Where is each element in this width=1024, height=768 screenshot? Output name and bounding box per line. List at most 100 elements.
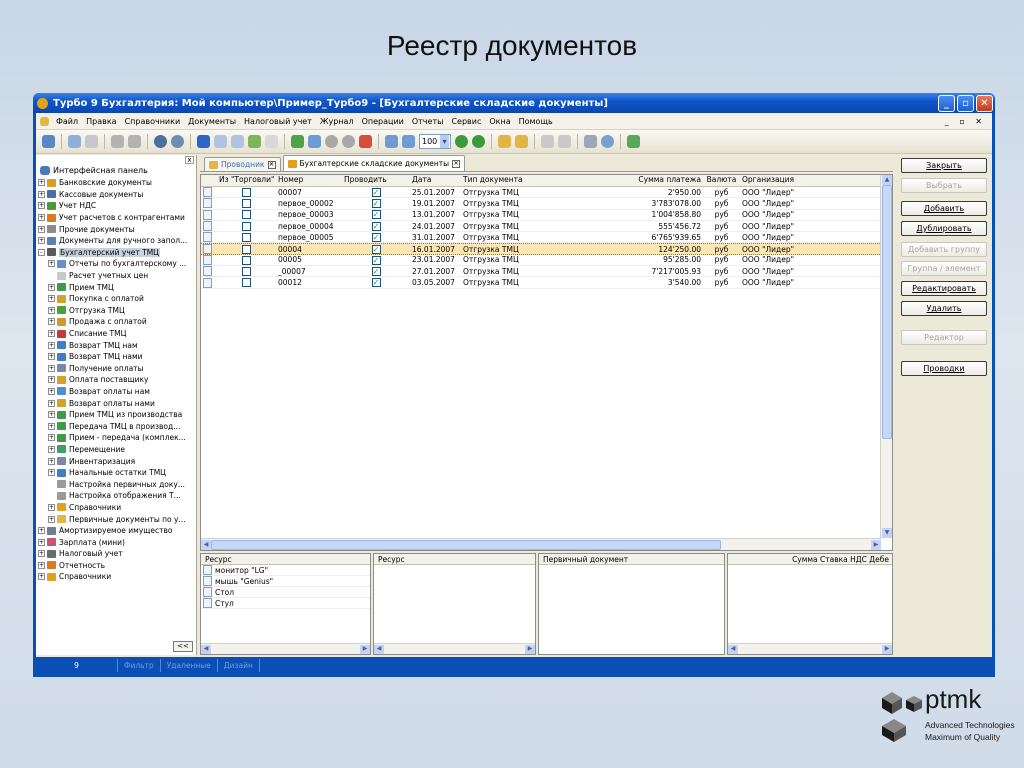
tree-item[interactable]: + Документы для ручного запол... <box>36 235 196 247</box>
exit-icon[interactable] <box>627 135 640 148</box>
collapse-node-icon[interactable]: - <box>38 248 45 256</box>
tab-close-icon[interactable]: ✕ <box>452 159 461 168</box>
scroll-down-icon[interactable]: ▼ <box>882 528 892 538</box>
tree-item[interactable]: + Справочники <box>36 571 196 583</box>
expand-node-icon[interactable]: + <box>48 364 55 372</box>
resource-row[interactable]: Стул <box>201 598 370 609</box>
expand-node-icon[interactable]: + <box>48 353 55 361</box>
tree-item[interactable]: + Прием - передача (комплек... <box>36 432 196 444</box>
post-checkbox[interactable]: ✓ <box>371 210 381 220</box>
back-icon[interactable] <box>455 135 468 148</box>
expand-node-icon[interactable]: + <box>48 503 55 511</box>
from-trade-checkbox[interactable] <box>242 233 251 243</box>
expand-node-icon[interactable]: + <box>48 387 55 395</box>
expand-node-icon[interactable]: + <box>48 341 55 349</box>
check-icon[interactable] <box>325 135 338 148</box>
search-icon[interactable] <box>154 135 167 148</box>
tab-explorer[interactable]: Проводник ✕ <box>204 157 281 171</box>
column-header[interactable]: Проводить <box>342 175 410 186</box>
cut-icon[interactable] <box>111 135 124 148</box>
post-checkbox[interactable]: ✓ <box>371 266 381 276</box>
column-header[interactable] <box>201 175 217 186</box>
expand-node-icon[interactable]: + <box>38 550 45 558</box>
expand-node-icon[interactable]: + <box>48 260 55 268</box>
unlink-icon[interactable] <box>231 135 244 148</box>
table-row[interactable]: первое_00005 ✓ 31.01.2007 Отгрузка ТМЦ 6'765… <box>201 232 892 244</box>
delete-button[interactable]: Удалить <box>901 301 987 316</box>
expand-node-icon[interactable]: + <box>48 434 55 442</box>
tree-item[interactable]: + Перемещение <box>36 444 196 456</box>
expand-node-icon[interactable]: + <box>48 295 55 303</box>
tree-item[interactable]: + Отгрузка ТМЦ <box>36 305 196 317</box>
tree-item[interactable]: + Оплата поставщику <box>36 374 196 386</box>
table-row[interactable]: _00007 ✓ 27.01.2007 Отгрузка ТМЦ 7'217'005.9… <box>201 266 892 278</box>
chart-icon[interactable] <box>197 135 210 148</box>
expand-node-icon[interactable]: + <box>48 515 55 523</box>
status-cell[interactable]: Дизайн <box>218 659 260 672</box>
sort-icon[interactable] <box>558 135 571 148</box>
duplicate-button[interactable]: Дублировать <box>901 221 987 236</box>
tree-item[interactable]: Настройка отображения Т... <box>36 490 196 502</box>
column-header[interactable]: Дата <box>410 175 461 186</box>
grid-vscroll-thumb[interactable] <box>882 185 892 439</box>
expand-node-icon[interactable]: + <box>48 399 55 407</box>
table-row[interactable]: первое_00003 ✓ 13.01.2007 Отгрузка ТМЦ 1'004… <box>201 209 892 221</box>
folder-icon[interactable] <box>498 135 511 148</box>
post-checkbox[interactable]: ✓ <box>371 221 381 231</box>
expand-node-icon[interactable]: + <box>48 376 55 384</box>
menu-item[interactable]: Сервис <box>447 117 485 126</box>
menu-item[interactable]: Правка <box>82 117 120 126</box>
expand-node-icon[interactable]: + <box>38 538 45 546</box>
search-next-icon[interactable] <box>171 135 184 148</box>
expand-node-icon[interactable]: + <box>38 225 45 233</box>
menu-item[interactable]: Файл <box>52 117 82 126</box>
grid-vscrollbar[interactable]: ▲ ▼ <box>880 175 892 538</box>
column-header[interactable]: Номер <box>276 175 342 186</box>
table-row[interactable]: первое_00004 ✓ 24.01.2007 Отгрузка ТМЦ 555'4… <box>201 221 892 233</box>
delete-icon[interactable] <box>359 135 372 148</box>
filter-icon[interactable] <box>541 135 554 148</box>
menu-item[interactable]: Налоговый учет <box>240 117 316 126</box>
paste-icon[interactable] <box>85 135 98 148</box>
add-icon[interactable] <box>291 135 304 148</box>
post-checkbox[interactable]: ✓ <box>371 255 381 265</box>
print-icon[interactable] <box>128 135 141 148</box>
menu-item[interactable]: Журнал <box>316 117 358 126</box>
tree-item[interactable]: + Учет НДС <box>36 200 196 212</box>
refresh-icon[interactable] <box>248 135 261 148</box>
tree-item[interactable]: + Возврат оплаты нам <box>36 386 196 398</box>
column-header[interactable]: Организация <box>740 175 890 186</box>
duplicate-icon[interactable] <box>308 135 321 148</box>
tree-item[interactable]: + Учет расчетов с контрагентами <box>36 212 196 224</box>
uncheck-icon[interactable] <box>342 135 355 148</box>
tab-warehouse-docs[interactable]: Бухгалтерские складские документы ✕ <box>282 155 466 171</box>
tree-item[interactable]: + Первичные документы по у... <box>36 513 196 525</box>
post-checkbox[interactable]: ✓ <box>371 233 381 243</box>
status-cell[interactable]: Фильтр <box>118 659 161 672</box>
column-header[interactable]: Валюта <box>703 175 740 186</box>
expand-node-icon[interactable]: + <box>48 469 55 477</box>
postings-button[interactable]: Проводки <box>901 361 987 376</box>
tree-item[interactable]: Настройка первичных доку... <box>36 478 196 490</box>
tree-item[interactable]: + Банковские документы <box>36 177 196 189</box>
tree-item[interactable]: + Налоговый учет <box>36 548 196 560</box>
expand-node-icon[interactable]: + <box>48 411 55 419</box>
expand-node-icon[interactable]: + <box>38 237 45 245</box>
menu-item[interactable]: Операции <box>358 117 408 126</box>
collapse-panel-button[interactable]: << <box>173 641 193 652</box>
minimize-button[interactable]: _ <box>938 94 955 112</box>
grid-hscroll-thumb[interactable] <box>211 540 721 550</box>
window-titlebar[interactable]: Турбо 9 Бухгалтерия: Мой компьютер\Приме… <box>33 93 995 113</box>
post-checkbox[interactable]: ✓ <box>371 199 381 209</box>
tree-item[interactable]: + Амортизируемое имущество <box>36 525 196 537</box>
add-group-button[interactable]: Добавить группу <box>901 242 987 257</box>
resource-row[interactable]: Стол <box>201 587 370 598</box>
expand-node-icon[interactable]: + <box>38 561 45 569</box>
expand-node-icon[interactable]: + <box>38 573 45 581</box>
scroll-up-icon[interactable]: ▲ <box>882 175 892 185</box>
expand-node-icon[interactable]: + <box>48 457 55 465</box>
tree-item[interactable]: + Продажа с оплатой <box>36 316 196 328</box>
group-element-button[interactable]: Группа / элемент <box>901 261 987 276</box>
expand-node-icon[interactable]: + <box>48 318 55 326</box>
menu-item[interactable]: Окна <box>485 117 514 126</box>
